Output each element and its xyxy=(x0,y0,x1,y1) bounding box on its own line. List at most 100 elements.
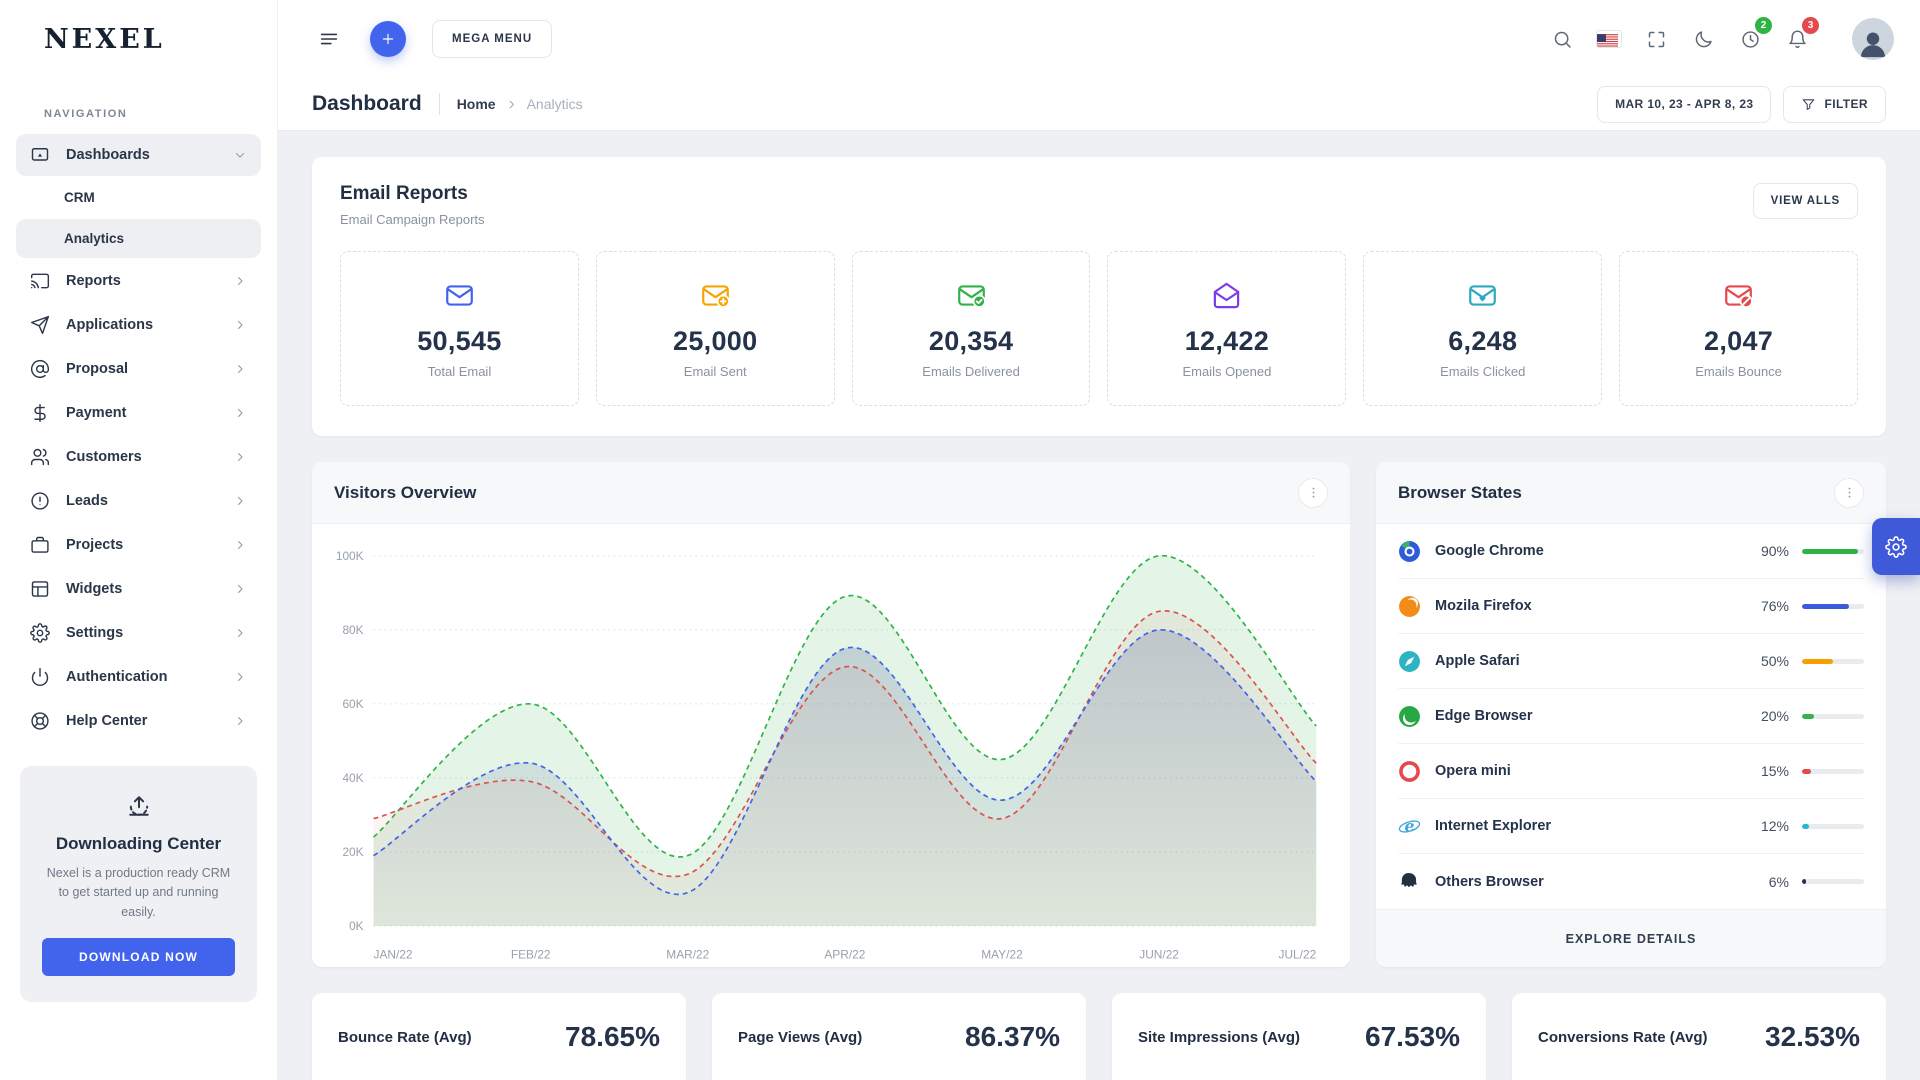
stat-label: Email Sent xyxy=(607,364,824,379)
email-stat-emails-opened: 12,422Emails Opened xyxy=(1107,251,1346,406)
sidebar-item-applications[interactable]: Applications xyxy=(16,304,261,346)
sidebar-item-projects[interactable]: Projects xyxy=(16,524,261,566)
progress-track xyxy=(1802,879,1864,884)
sidebar-subitem-crm[interactable]: CRM xyxy=(16,178,261,217)
octopus-icon xyxy=(1398,870,1421,893)
avatar[interactable] xyxy=(1852,18,1894,60)
sidebar-item-proposal[interactable]: Proposal xyxy=(16,348,261,390)
sidebar-item-customers[interactable]: Customers xyxy=(16,436,261,478)
sidebar-item-settings[interactable]: Settings xyxy=(16,612,261,654)
kpi-value: 67.53% xyxy=(1365,1021,1460,1053)
chevron-right-icon xyxy=(233,274,247,288)
at-sign-icon xyxy=(30,359,50,379)
sidebar-subitem-analytics[interactable]: Analytics xyxy=(16,219,261,258)
download-now-button[interactable]: DOWNLOAD NOW xyxy=(42,938,235,976)
chevron-right-icon xyxy=(233,538,247,552)
sidebar-item-dashboards[interactable]: Dashboards xyxy=(16,134,261,176)
briefcase-icon xyxy=(30,535,50,555)
page-title: Dashboard xyxy=(312,92,422,116)
sidebar-item-reports[interactable]: Reports xyxy=(16,260,261,302)
chevron-right-icon xyxy=(233,362,247,376)
sidebar-item-label: Leads xyxy=(66,493,108,509)
search-icon[interactable] xyxy=(1543,20,1581,58)
browser-states-menu-button[interactable] xyxy=(1834,478,1864,508)
life-buoy-icon xyxy=(30,711,50,731)
clock-icon[interactable]: 2 xyxy=(1731,20,1769,58)
browser-name: Edge Browser xyxy=(1435,708,1533,724)
email-stat-email-sent: 25,000Email Sent xyxy=(596,251,835,406)
progress-fill xyxy=(1802,604,1849,609)
sidebar: NAVIGATION DashboardsCRMAnalyticsReports… xyxy=(0,78,278,1080)
area-chart: 0K20K40K60K80K100KJAN/22FEB/22MAR/22APR/… xyxy=(314,534,1344,967)
browser-percent: 90% xyxy=(1761,543,1789,559)
view-alls-button[interactable]: VIEW ALLS xyxy=(1753,183,1858,219)
mail-slash-icon xyxy=(1630,280,1847,311)
kpi-card-bounce-rate-avg: Bounce Rate (Avg)78.65% xyxy=(312,993,686,1080)
email-stat-total-email: 50,545Total Email xyxy=(340,251,579,406)
sidebar-item-label: Proposal xyxy=(66,361,128,377)
visitors-overview-menu-button[interactable] xyxy=(1298,478,1328,508)
browser-row-opera-mini: Opera mini15% xyxy=(1398,744,1864,799)
kpi-title: Bounce Rate (Avg) xyxy=(338,1021,472,1046)
cast-icon xyxy=(30,271,50,291)
browser-row-google-chrome: Google Chrome90% xyxy=(1398,524,1864,579)
visitors-overview-header: Visitors Overview xyxy=(312,462,1350,524)
sidebar-item-leads[interactable]: Leads xyxy=(16,480,261,522)
date-range-label: MAR 10, 23 - APR 8, 23 xyxy=(1615,97,1753,111)
filter-button[interactable]: FILTER xyxy=(1783,86,1886,123)
kpi-card-page-views-avg: Page Views (Avg)86.37% xyxy=(712,993,1086,1080)
us-flag-icon[interactable] xyxy=(1590,20,1628,58)
explore-details-button[interactable]: EXPLORE DETAILS xyxy=(1376,909,1886,967)
sidebar-item-label: Projects xyxy=(66,537,123,553)
breadcrumb-home-link[interactable]: Home xyxy=(457,96,496,112)
progress-track xyxy=(1802,659,1864,664)
mail-icon xyxy=(351,280,568,311)
download-center-text: Nexel is a production ready CRM to get s… xyxy=(42,864,235,922)
brand-logo[interactable]: NEXEL xyxy=(44,24,165,55)
mail-open-icon xyxy=(1118,280,1335,311)
quick-add-button[interactable] xyxy=(370,21,406,57)
mega-menu-button[interactable]: MEGA MENU xyxy=(432,20,552,58)
kpi-card-conversions-rate-avg: Conversions Rate (Avg)32.53% xyxy=(1512,993,1886,1080)
layout-icon xyxy=(30,579,50,599)
sidebar-item-label: Widgets xyxy=(66,581,122,597)
brand-box: NEXEL xyxy=(0,0,278,78)
sidebar-item-authentication[interactable]: Authentication xyxy=(16,656,261,698)
kpi-title: Conversions Rate (Avg) xyxy=(1538,1021,1707,1046)
sidebar-item-label: Payment xyxy=(66,405,126,421)
progress-track xyxy=(1802,549,1864,554)
visitors-overview-card: Visitors Overview 0K20K40K60K80K100KJAN/… xyxy=(312,462,1350,967)
stat-value: 2,047 xyxy=(1630,326,1847,357)
email-reports-header: Email Reports Email Campaign Reports VIE… xyxy=(340,183,1858,227)
browser-states-title: Browser States xyxy=(1398,483,1522,503)
svg-text:JUL/22: JUL/22 xyxy=(1279,948,1317,962)
ie-icon: e xyxy=(1398,815,1421,838)
app-header: NEXEL MEGA MENU 23 xyxy=(0,0,1920,78)
progress-fill xyxy=(1802,659,1833,664)
sidebar-item-label: Settings xyxy=(66,625,123,641)
sidebar-item-widgets[interactable]: Widgets xyxy=(16,568,261,610)
breadcrumb-current: Analytics xyxy=(527,96,583,112)
browser-row-edge-browser: Edge Browser20% xyxy=(1398,689,1864,744)
theme-settings-button[interactable] xyxy=(1872,518,1920,575)
breadcrumb-bar: Dashboard Home Analytics MAR 10, 23 - AP… xyxy=(278,78,1920,131)
progress-fill xyxy=(1802,714,1814,719)
svg-text:FEB/22: FEB/22 xyxy=(511,948,551,962)
sidebar-toggle-button[interactable] xyxy=(310,20,348,58)
browser-name: Mozila Firefox xyxy=(1435,598,1532,614)
sidebar-item-label: Authentication xyxy=(66,669,168,685)
moon-icon[interactable] xyxy=(1684,20,1722,58)
sidebar-item-help-center[interactable]: Help Center xyxy=(16,700,261,742)
svg-text:MAY/22: MAY/22 xyxy=(981,948,1023,962)
header-actions: 23 xyxy=(1543,20,1842,58)
visitors-overview-chart: 0K20K40K60K80K100KJAN/22FEB/22MAR/22APR/… xyxy=(312,524,1350,967)
sidebar-item-payment[interactable]: Payment xyxy=(16,392,261,434)
progress-fill xyxy=(1802,769,1811,774)
alert-circle-icon xyxy=(30,491,50,511)
browser-name: Apple Safari xyxy=(1435,653,1520,669)
kpi-value: 86.37% xyxy=(965,1021,1060,1053)
bell-icon[interactable]: 3 xyxy=(1778,20,1816,58)
date-range-button[interactable]: MAR 10, 23 - APR 8, 23 xyxy=(1597,86,1771,123)
fullscreen-icon[interactable] xyxy=(1637,20,1675,58)
sidebar-item-label: Reports xyxy=(66,273,121,289)
